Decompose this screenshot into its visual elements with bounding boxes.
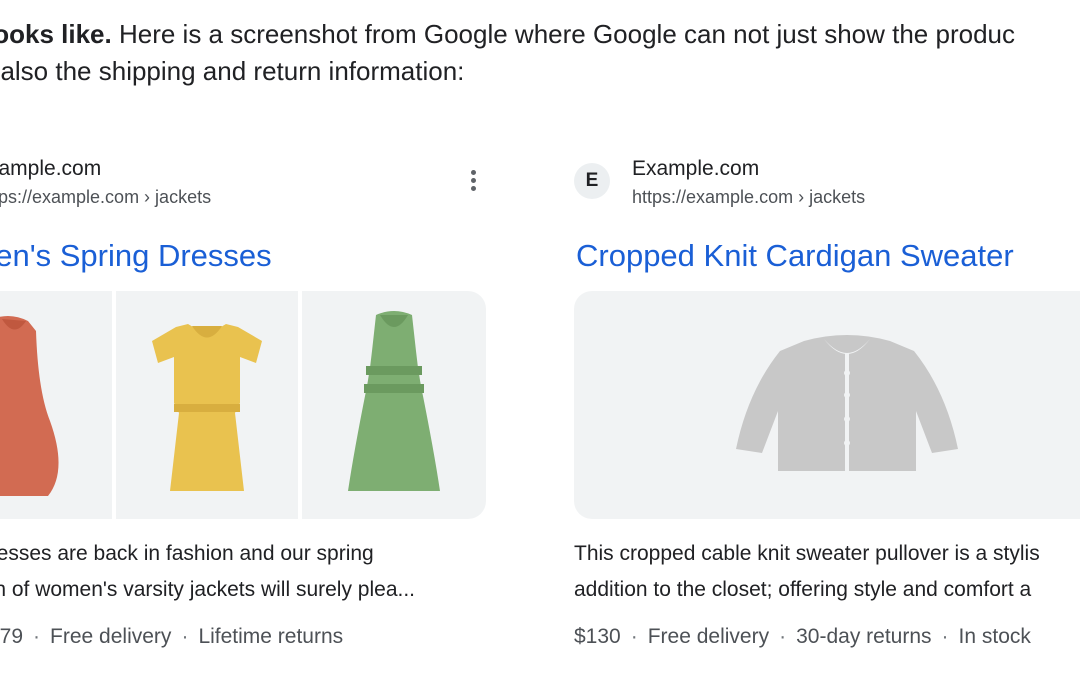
image-gallery <box>574 291 1080 519</box>
intro-line-2: t also the shipping and return informati… <box>0 56 465 86</box>
green-dress-icon <box>348 311 440 491</box>
site-info[interactable]: xample.com ttps://example.com › jackets <box>0 156 211 210</box>
result-meta: 179 · Free delivery · Lifetime returns <box>0 620 343 654</box>
desc-line-1: This cropped cable knit sweater pullover… <box>574 542 1040 565</box>
result-description: This cropped cable knit sweater pullover… <box>574 536 1040 608</box>
search-result-card-cardigan: E Example.com https://example.com › jack… <box>574 150 1080 648</box>
site-url: https://example.com › jackets <box>632 187 866 207</box>
search-result-card-dresses: xample.com ttps://example.com › jackets … <box>0 150 488 648</box>
delivery-info: Free delivery <box>50 625 172 648</box>
intro-bold: looks like. <box>0 19 112 49</box>
separator-dot: · <box>779 625 787 648</box>
separator-dot: · <box>941 625 949 648</box>
image-gallery <box>0 291 486 519</box>
dress-image-yellow[interactable] <box>116 291 298 519</box>
returns-info: 30-day returns <box>796 625 932 648</box>
delivery-info: Free delivery <box>647 625 770 648</box>
site-info[interactable]: Example.com https://example.com › jacket… <box>632 156 865 210</box>
site-favicon: E <box>574 163 610 199</box>
result-title-link[interactable]: nen's Spring Dresses <box>0 236 272 276</box>
price: 179 <box>0 625 24 648</box>
cardigan-icon <box>736 335 958 471</box>
intro-line-1: looks like. Here is a screenshot from Go… <box>0 16 1080 53</box>
more-options-icon[interactable] <box>466 170 480 198</box>
dress-image-red[interactable] <box>0 291 112 519</box>
separator-dot: · <box>181 625 189 648</box>
red-dress-icon <box>0 316 59 496</box>
site-name: Example.com <box>632 157 760 180</box>
cardigan-image[interactable] <box>574 291 1080 519</box>
site-name: xample.com <box>0 157 102 180</box>
intro-paragraph: looks like. Here is a screenshot from Go… <box>0 16 1080 90</box>
site-row: xample.com ttps://example.com › jackets <box>0 150 488 214</box>
stock-info: In stock <box>958 625 1031 648</box>
intro-text-1: Here is a screenshot from Google where G… <box>111 19 1015 49</box>
result-title-link[interactable]: Cropped Knit Cardigan Sweater <box>576 236 1014 276</box>
page: looks like. Here is a screenshot from Go… <box>0 0 1080 675</box>
desc-line-2: addition to the closet; offering style a… <box>574 578 1032 601</box>
separator-dot: · <box>33 625 41 648</box>
result-meta: $130 · Free delivery · 30-day returns · In sto… <box>574 620 1031 654</box>
desc-line-2: ion of women's varsity jackets will sure… <box>0 578 416 601</box>
desc-line-1: dresses are back in fashion and our spri… <box>0 542 374 565</box>
returns-info: Lifetime returns <box>198 625 344 648</box>
yellow-dress-icon <box>152 324 262 491</box>
site-row: E Example.com https://example.com › jack… <box>574 150 1080 214</box>
result-description: dresses are back in fashion and our spri… <box>0 536 415 608</box>
price: $130 <box>574 625 621 648</box>
site-url: ttps://example.com › jackets <box>0 187 212 207</box>
dress-image-green[interactable] <box>302 291 486 519</box>
separator-dot: · <box>630 625 638 648</box>
